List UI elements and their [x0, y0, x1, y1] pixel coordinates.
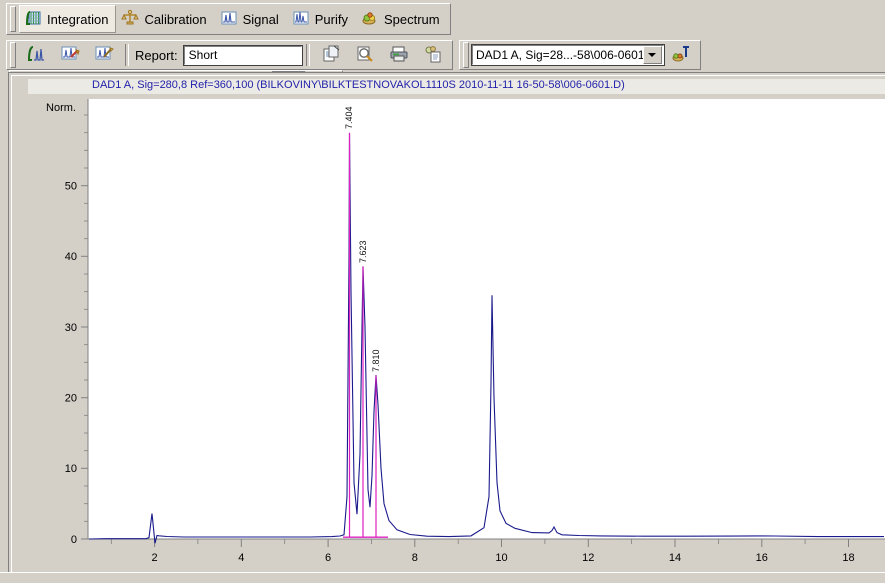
signal-select-value: DAD1 A, Sig=28...-58\006-0601.D)	[475, 48, 643, 62]
tab-signal-label: Signal	[242, 11, 279, 27]
copy-report-button[interactable]	[314, 41, 348, 69]
x-tick-12: 12	[582, 552, 594, 564]
report-label: Report:	[135, 47, 178, 63]
action-toolbar: Report: Short DAD1 A, Sig=28...-58\006-0…	[0, 37, 885, 100]
plot-canvas	[88, 99, 885, 539]
annotation-button[interactable]	[664, 41, 698, 69]
x-tick-16: 16	[756, 552, 768, 564]
tab-purify[interactable]: Purify	[287, 5, 356, 33]
edit-integration-events-icon	[94, 44, 114, 67]
toolbar-grip-3[interactable]	[462, 42, 469, 68]
chevron-down-icon[interactable]	[642, 46, 662, 64]
y-axis-label: Norm.	[46, 102, 76, 114]
spectrum-icon	[361, 9, 379, 30]
y-ticks: 0 10 20 30 40 50	[65, 114, 88, 546]
report-input[interactable]: Short	[182, 44, 303, 66]
toolbar-grip-2[interactable]	[10, 42, 16, 68]
y-tick-10: 10	[65, 463, 77, 475]
x-tick-6: 6	[325, 552, 331, 564]
status-bar	[0, 572, 885, 581]
tab-calibration-label: Calibration	[144, 11, 207, 27]
annotation-icon	[671, 44, 691, 67]
chromatogram-inner: DAD1 A, Sig=280,8 Ref=360,100 (BILKOVINY…	[11, 75, 885, 583]
x-tick-2: 2	[152, 552, 158, 564]
action-toolbar-panel: Report: Short	[6, 40, 453, 70]
tab-integration-label: Integration	[47, 11, 109, 27]
tab-spectrum[interactable]: Spectrum	[356, 5, 448, 33]
tab-purify-label: Purify	[314, 11, 348, 27]
tab-integration[interactable]: Integration	[19, 5, 117, 33]
print-preview-button[interactable]	[348, 41, 382, 69]
y-tick-40: 40	[65, 251, 77, 263]
tab-spectrum-label: Spectrum	[383, 11, 440, 27]
x-tick-4: 4	[238, 552, 244, 564]
chromatogram-svg[interactable]: 0 10 20 30 40 50 Norm. 2 4 6 8 10 12 14 …	[26, 95, 885, 583]
y-tick-0: 0	[71, 534, 77, 546]
edit-integration-events-button[interactable]	[87, 41, 121, 69]
calibration-scale-icon	[121, 9, 140, 30]
toolbar-grip[interactable]	[10, 6, 16, 32]
chemstation-window: Integration Calibration Signal Purify Sp…	[0, 0, 885, 583]
x-tick-18: 18	[842, 552, 854, 564]
purify-peaks-icon	[292, 9, 310, 30]
chart-title: DAD1 A, Sig=280,8 Ref=360,100 (BILKOVINY…	[28, 79, 885, 94]
signal-select[interactable]: DAD1 A, Sig=28...-58\006-0601.D)	[470, 44, 665, 66]
x-ticks: 2 4 6 8 10 12 14 16 18	[110, 539, 855, 564]
integrate-signal-icon	[26, 44, 46, 67]
module-toolbar: Integration Calibration Signal Purify Sp…	[0, 0, 885, 37]
integration-icon	[24, 9, 42, 30]
tab-calibration[interactable]: Calibration	[116, 5, 214, 33]
chromatogram-plot[interactable]: 0 10 20 30 40 50 Norm. 2 4 6 8 10 12 14 …	[26, 95, 885, 583]
signal-select-panel: DAD1 A, Sig=28...-58\006-0601.D)	[458, 40, 701, 70]
auto-integrate-button[interactable]	[53, 41, 87, 69]
copy-report-icon	[321, 44, 341, 67]
report-layout-button[interactable]	[416, 41, 450, 69]
report-layout-icon	[423, 44, 443, 67]
x-tick-10: 10	[495, 552, 507, 564]
x-tick-8: 8	[412, 552, 418, 564]
y-tick-50: 50	[65, 181, 77, 193]
peak-label-1: 7.404	[344, 106, 354, 129]
y-tick-20: 20	[65, 393, 77, 405]
integrate-button[interactable]	[19, 41, 53, 69]
print-button[interactable]	[382, 41, 416, 69]
peak-label-2: 7.623	[358, 240, 368, 263]
module-toolbar-panel: Integration Calibration Signal Purify Sp…	[6, 3, 451, 35]
signal-chart-icon	[220, 9, 238, 30]
printer-icon	[389, 44, 409, 67]
print-preview-icon	[355, 44, 375, 67]
y-tick-30: 30	[65, 322, 77, 334]
toolbar-separator-2	[305, 44, 310, 66]
peak-label-3: 7.810	[371, 349, 381, 372]
chromatogram-window: DAD1 A, Sig=280,8 Ref=360,100 (BILKOVINY…	[8, 72, 885, 583]
toolbar-separator-1	[125, 44, 129, 66]
x-tick-14: 14	[669, 552, 681, 564]
tab-signal[interactable]: Signal	[215, 5, 287, 33]
auto-integrate-icon	[60, 44, 80, 67]
